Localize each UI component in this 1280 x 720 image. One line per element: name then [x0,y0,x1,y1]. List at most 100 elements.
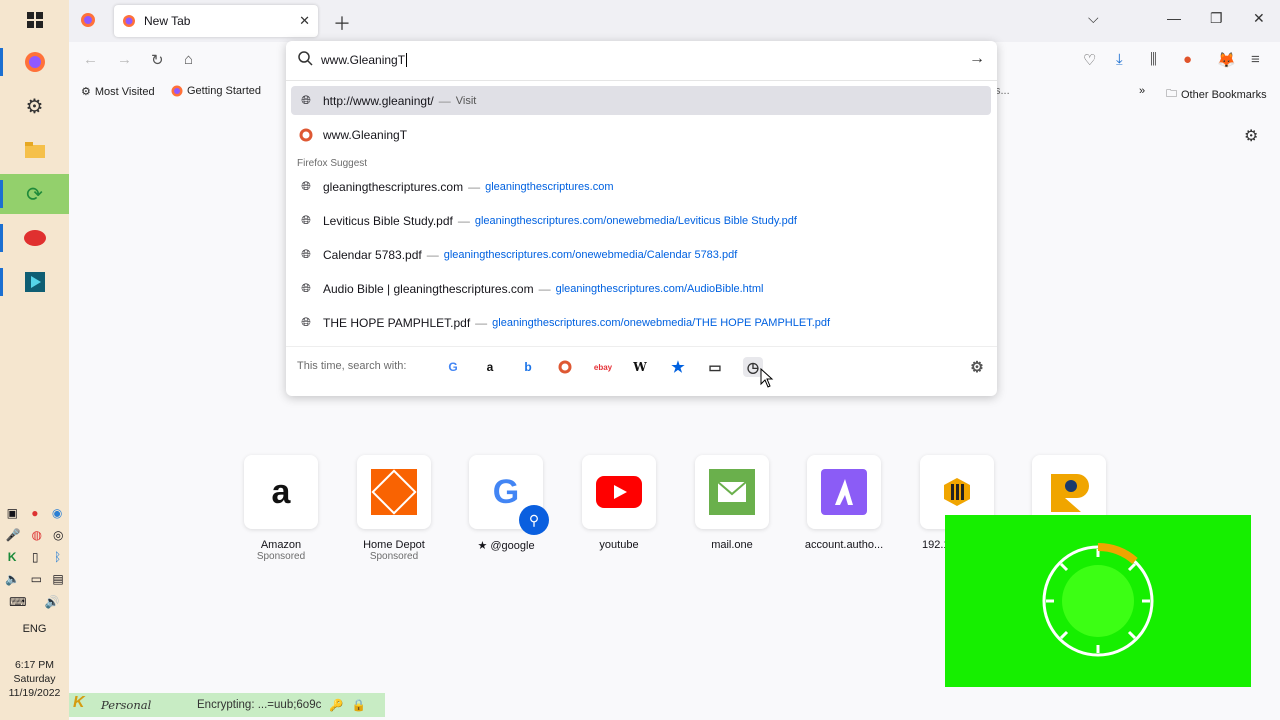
timer-graphic [1042,542,1154,657]
taskbar-sync-app[interactable]: ⟳ [0,174,69,214]
bookmark-other[interactable]: 🗀 Other Bookmarks [1166,85,1267,104]
suggestion-row[interactable]: 🌐︎ Calendar 5783.pdf — gleaningthescript… [291,240,991,269]
row-title: Calendar 5783.pdf [323,247,422,262]
pocket-icon[interactable]: ♡ [1083,51,1096,69]
extension-icon[interactable]: ● [1183,51,1192,68]
sponsored-label: Sponsored [256,551,306,562]
bookmark-getting-started[interactable]: Getting Started [171,85,261,97]
row-separator: — [426,247,439,262]
system-clock[interactable]: 6:17 PM Saturday 11/19/2022 [0,658,69,700]
pin-icon: ★ [477,540,491,552]
row-title: www.GleaningT [323,127,408,142]
suggestion-row[interactable]: 🌐︎ Audio Bible | gleaningthescriptures.c… [291,274,991,303]
site-icon [944,478,970,506]
suggestion-row[interactable]: 🌐︎ THE HOPE PAMPHLET.pdf — gleaningthesc… [291,308,991,337]
forward-button[interactable]: → [117,51,132,68]
menu-icon[interactable]: ≡ [1251,51,1260,68]
metamask-icon[interactable]: 🦊 [1217,51,1236,69]
go-arrow-icon[interactable]: → [969,50,985,68]
top-site-mail-one[interactable]: mail.one [687,455,777,551]
top-site-home-depot[interactable]: Home Depot Sponsored [349,455,439,562]
windows-taskbar: ⚙ ⟳ ▣ ● ◉ 🎤 ◍ ◎ K ▯ ᛒ 🔈 ▭ ▤ ⌨ 🔊 ENG 6:17 [0,0,69,720]
tray-icon[interactable]: ▣ [7,506,18,520]
top-site-google[interactable]: G ⚲ ★ @google [461,455,551,552]
bookmark-truncated[interactable]: s... [995,85,1010,97]
top-site-label: ★ @google [461,539,551,552]
visit-url-row[interactable]: 🌐︎ http://www.gleaningt/ — Visit [291,86,991,115]
firefox-icon [123,15,135,27]
mic-icon[interactable]: 🎤 [6,528,21,542]
duckduckgo-icon[interactable] [555,357,575,377]
site-icon [1051,474,1089,512]
app-icon [23,230,46,246]
tray-icon[interactable]: ◍ [31,528,41,542]
bookmarks-star-icon[interactable]: ★ [668,357,688,377]
row-separator: — [438,93,451,108]
back-button[interactable]: ← [83,51,98,68]
top-site-amazon[interactable]: a Amazon Sponsored [236,455,326,562]
clock-day: Saturday [13,673,56,685]
bing-icon[interactable]: b [518,357,538,377]
top-site-label: account.autho... [804,539,884,551]
tray-icon[interactable]: ▤ [52,572,63,586]
suggestion-row[interactable]: 🌐︎ gleaningthescriptures.com — gleaningt… [291,172,991,201]
tray-icons-row-2: 🎤 ◍ ◎ [0,528,69,542]
start-button[interactable] [0,0,69,40]
row-title: gleaningthescriptures.com [323,179,464,194]
bookmark-label: Getting Started [187,85,261,97]
volume-icon[interactable]: 🔊 [45,595,60,609]
tab-new-tab[interactable]: New Tab ✕ [114,5,318,37]
tabs-icon[interactable]: ▭ [705,357,725,377]
language-indicator[interactable]: ENG [0,623,69,635]
speaker-icon[interactable]: 🔈 [5,572,20,586]
minimize-button[interactable]: — [1167,10,1181,26]
taskbar-app-red[interactable] [0,218,69,258]
firefox-view-button[interactable] [77,9,99,31]
taskbar-file-explorer[interactable] [0,130,69,170]
bluetooth-icon[interactable]: ᛒ [54,550,61,564]
google-icon[interactable]: G [443,357,463,377]
clock-date: 11/19/2022 [8,687,61,699]
taskbar-settings[interactable]: ⚙ [0,86,69,126]
keyboard-icon[interactable]: ⌨ [9,595,26,609]
tray-icon[interactable]: ▯ [32,550,39,564]
suggestion-row[interactable]: 🌐︎ Leviticus Bible Study.pdf — gleaningt… [291,206,991,235]
bookmarks-overflow-chevron-icon[interactable]: » [1139,85,1145,97]
taskbar-firefox[interactable] [0,42,69,82]
wikipedia-icon[interactable]: W [630,357,650,377]
key-icon[interactable]: 🔑 [329,698,343,712]
address-input-text[interactable]: www.GleaningT [321,53,407,67]
row-separator: — [457,213,470,228]
list-all-tabs-button[interactable]: ⌵ [1088,10,1099,27]
library-icon[interactable]: ⫼ [1150,51,1157,68]
media-icon [24,272,45,292]
row-url: gleaningthescriptures.com/onewebmedia/TH… [492,316,831,329]
globe-icon: 🌐︎ [301,247,311,261]
top-site-label-text: @google [490,540,535,552]
tray-icon[interactable]: ◎ [53,528,63,542]
taskbar-media-app[interactable] [0,262,69,302]
ebay-icon[interactable]: ebay [593,357,613,377]
reload-button[interactable]: ↻ [151,51,164,69]
downloads-icon[interactable]: ⤓ [1116,51,1123,68]
restore-button[interactable]: ❐ [1210,10,1223,27]
display-icon[interactable]: ▭ [31,572,42,586]
address-bar[interactable]: www.GleaningT → [286,41,997,81]
close-window-button[interactable]: ✕ [1253,10,1265,27]
home-button[interactable]: ⌂ [184,51,193,68]
tray-icon[interactable]: ● [31,506,38,520]
tray-icon[interactable]: ◉ [52,506,62,520]
top-site-account-auth[interactable]: account.autho... [799,455,889,551]
row-title: Audio Bible | gleaningthescriptures.com [323,281,534,296]
top-site-youtube[interactable]: youtube [574,455,664,551]
search-row[interactable]: www.GleaningT [291,120,991,149]
bookmark-most-visited[interactable]: ⚙ Most Visited [81,85,155,99]
personalize-gear-icon[interactable]: ⚙ [1244,126,1258,146]
tray-icon[interactable]: K [8,550,17,564]
search-settings-gear-icon[interactable]: ⚙ [967,357,987,377]
lock-icon[interactable]: 🔒 [352,698,366,712]
row-url: gleaningthescriptures.com/AudioBible.htm… [555,282,764,295]
amazon-icon[interactable]: a [480,357,500,377]
new-tab-button[interactable]: ＋ [333,10,351,36]
close-tab-icon[interactable]: ✕ [299,13,310,29]
